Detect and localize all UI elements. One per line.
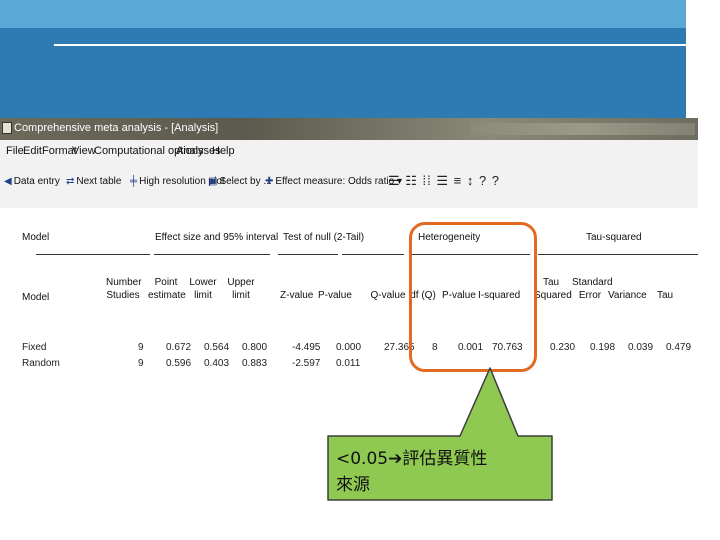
callout-line-1: <0.05➔評估異質性	[336, 449, 488, 469]
callout-line-2: 來源	[336, 475, 370, 495]
callout-text: <0.05➔評估異質性 來源	[336, 446, 546, 498]
